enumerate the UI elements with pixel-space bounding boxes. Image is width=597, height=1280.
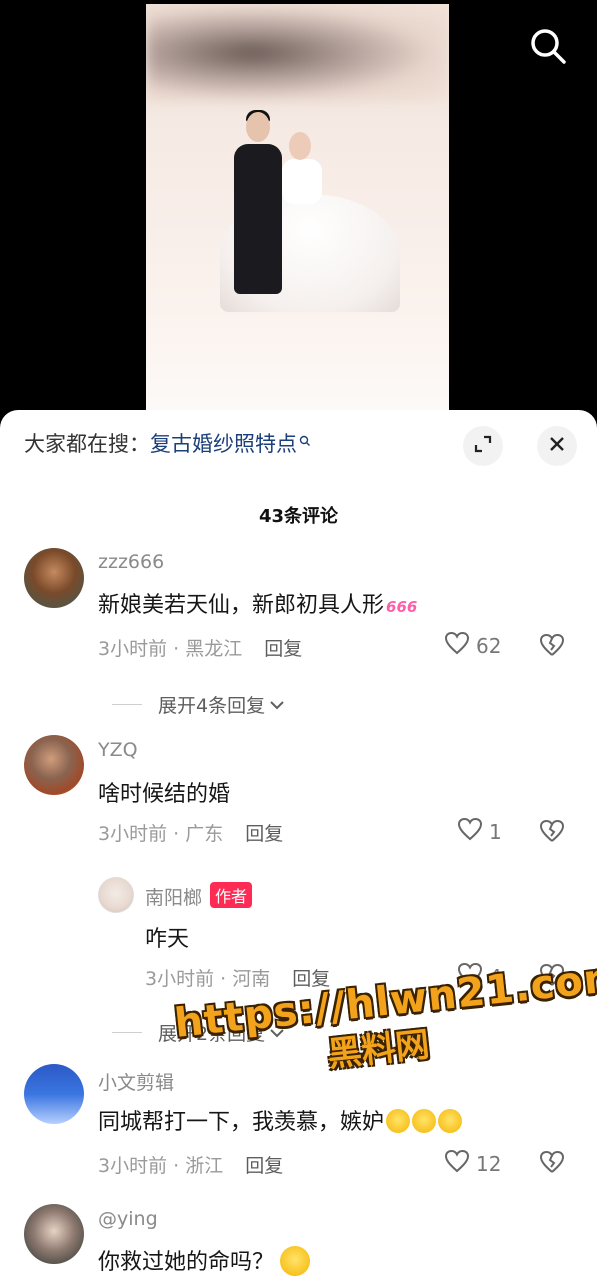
flushed-face-emoji xyxy=(438,1109,463,1133)
comment-time-location: 3小时前 · 广东 xyxy=(98,823,224,845)
groom-head xyxy=(246,112,270,142)
broken-heart-icon xyxy=(539,1150,565,1178)
comments-sheet: 大家都在搜：复古婚纱照特点 43条评论 zzz666 新娘美若天仙，新郎初具人形… xyxy=(0,410,597,1280)
reply-meta: 3小时前 · 河南 回复 xyxy=(145,964,330,991)
search-suggestion-term[interactable]: 复古婚纱照特点 xyxy=(150,432,297,456)
avatar[interactable] xyxy=(24,735,84,795)
rofl-emoji xyxy=(280,1246,311,1276)
comment-time-location: 3小时前 · 浙江 xyxy=(98,1155,224,1177)
search-small-icon xyxy=(299,428,311,446)
like-button[interactable]: 1 xyxy=(457,817,502,846)
search-suggestion[interactable]: 大家都在搜：复古婚纱照特点 xyxy=(24,428,311,458)
like-count: 62 xyxy=(476,633,502,658)
emoji-666: 666 xyxy=(386,598,418,616)
expand-replies-label: 展开4条回复 xyxy=(158,695,266,717)
search-suggestion-label: 大家都在搜： xyxy=(24,432,150,456)
avatar[interactable] xyxy=(24,1204,84,1264)
avatar[interactable] xyxy=(98,877,134,913)
like-count: 12 xyxy=(476,1151,502,1176)
reply-username-text: 南阳榔 xyxy=(145,887,203,909)
expand-replies-label: 展开2条回复 xyxy=(158,1023,266,1045)
broken-heart-icon xyxy=(539,633,565,661)
comment-text-body: 新娘美若天仙，新郎初具人形 xyxy=(98,593,385,618)
groom-figure xyxy=(234,144,282,294)
comment-time-location: 3小时前 · 黑龙江 xyxy=(98,638,243,660)
dislike-button[interactable] xyxy=(539,1150,565,1176)
reply-button[interactable]: 回复 xyxy=(245,823,283,845)
reply-time-location: 3小时前 · 河南 xyxy=(145,968,271,990)
avatar[interactable] xyxy=(24,548,84,608)
chevron-down-icon xyxy=(269,694,285,716)
comment-meta: 3小时前 · 广东 回复 xyxy=(98,819,283,846)
expand-icon xyxy=(473,434,493,458)
search-icon[interactable] xyxy=(528,26,568,66)
comment-meta: 3小时前 · 黑龙江 回复 xyxy=(98,634,302,661)
close-icon xyxy=(548,435,566,457)
blurred-overlay xyxy=(146,4,449,102)
divider xyxy=(112,1032,142,1033)
like-button[interactable]: 4 xyxy=(457,962,502,991)
expand-button[interactable] xyxy=(463,426,503,466)
bride-top xyxy=(282,159,322,204)
flushed-face-emoji xyxy=(412,1109,437,1133)
comment-username[interactable]: YZQ xyxy=(98,739,138,761)
flushed-face-emoji xyxy=(386,1109,411,1133)
reply-button[interactable]: 回复 xyxy=(245,1155,283,1177)
comment-username[interactable]: zzz666 xyxy=(98,551,164,573)
divider xyxy=(112,704,142,705)
chevron-down-icon xyxy=(269,1022,285,1044)
like-button[interactable]: 62 xyxy=(444,631,501,660)
close-button[interactable] xyxy=(537,426,577,466)
bride-head xyxy=(289,132,311,160)
comment-meta: 3小时前 · 浙江 回复 xyxy=(98,1151,283,1178)
like-button[interactable]: 12 xyxy=(444,1149,501,1178)
comment-text: 同城帮打一下，我羡慕，嫉妒 xyxy=(98,1104,463,1136)
comment-text: 你救过她的命吗？ xyxy=(98,1244,311,1276)
author-badge: 作者 xyxy=(210,882,253,908)
dislike-button[interactable] xyxy=(539,963,565,989)
reply-button[interactable]: 回复 xyxy=(292,968,330,990)
video-frame[interactable] xyxy=(146,4,449,430)
comment-username[interactable]: 小文剪辑 xyxy=(98,1068,174,1095)
heart-icon xyxy=(444,631,470,660)
watermark-cn: 黑料网 xyxy=(325,1024,432,1076)
heart-icon xyxy=(457,817,483,846)
heart-icon xyxy=(457,962,483,991)
expand-replies[interactable]: 展开2条回复 xyxy=(112,1019,285,1046)
comment-text-body: 同城帮打一下，我羡慕，嫉妒 xyxy=(98,1110,385,1135)
reply-text: 咋天 xyxy=(145,927,190,952)
dislike-button[interactable] xyxy=(539,819,565,845)
reply-button[interactable]: 回复 xyxy=(264,638,302,660)
avatar[interactable] xyxy=(24,1064,84,1124)
dislike-button[interactable] xyxy=(539,633,565,659)
video-player[interactable] xyxy=(0,0,597,430)
like-count: 1 xyxy=(489,819,502,844)
reply-username[interactable]: 南阳榔 作者 xyxy=(145,882,253,910)
expand-replies[interactable]: 展开4条回复 xyxy=(112,691,285,718)
broken-heart-icon xyxy=(539,819,565,847)
comment-text-body: 你救过她的命吗？ xyxy=(98,1250,275,1275)
broken-heart-icon xyxy=(539,963,565,991)
comment-username[interactable]: @ying xyxy=(98,1208,158,1230)
heart-icon xyxy=(444,1149,470,1178)
like-count: 4 xyxy=(489,964,502,989)
comment-text: 新娘美若天仙，新郎初具人形 666 xyxy=(98,587,417,619)
comment-text: 啥时候结的婚 xyxy=(98,782,231,807)
comments-count: 43条评论 xyxy=(258,506,339,527)
